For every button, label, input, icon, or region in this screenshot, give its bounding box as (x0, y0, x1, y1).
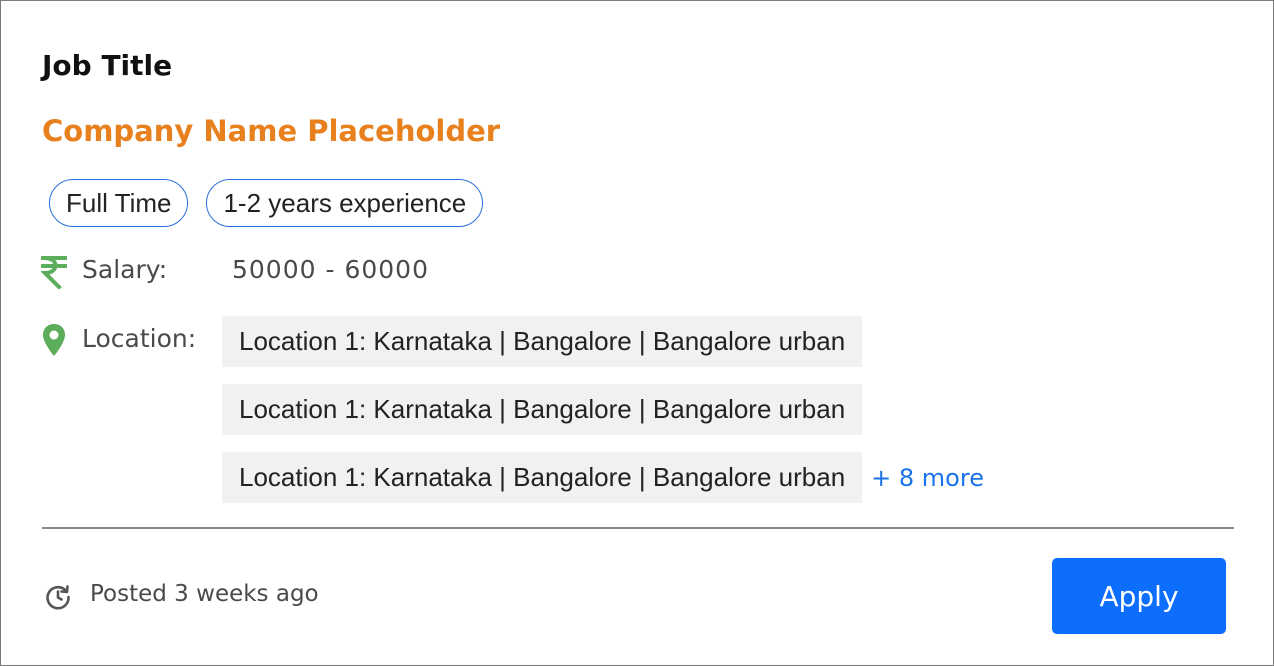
salary-value: 50000 - 60000 (232, 255, 429, 284)
experience-tag: 1-2 years experience (206, 179, 484, 227)
apply-button[interactable]: Apply (1052, 558, 1226, 634)
clock-refresh-icon (46, 585, 70, 610)
location-row: Location 1: Karnataka | Bangalore | Bang… (222, 384, 984, 435)
location-chip: Location 1: Karnataka | Bangalore | Bang… (222, 384, 863, 435)
rupee-icon (41, 255, 67, 289)
location-row: Location 1: Karnataka | Bangalore | Bang… (222, 316, 984, 367)
posted-time: Posted 3 weeks ago (90, 581, 319, 607)
divider (42, 527, 1234, 529)
job-type-tag: Full Time (49, 179, 189, 227)
location-chip: Location 1: Karnataka | Bangalore | Bang… (222, 316, 863, 367)
map-pin-icon (43, 324, 65, 356)
location-label: Location: (82, 324, 197, 353)
job-title: Job Title (42, 49, 173, 82)
job-card: Job Title Company Name Placeholder Full … (0, 0, 1274, 666)
job-tags: Full Time 1-2 years experience (49, 179, 484, 227)
location-list: Location 1: Karnataka | Bangalore | Bang… (222, 316, 984, 520)
location-chip: Location 1: Karnataka | Bangalore | Bang… (222, 452, 863, 503)
company-name: Company Name Placeholder (42, 114, 501, 148)
more-locations-link[interactable]: + 8 more (871, 464, 984, 492)
salary-label: Salary: (82, 255, 168, 284)
location-row: Location 1: Karnataka | Bangalore | Bang… (222, 452, 984, 503)
